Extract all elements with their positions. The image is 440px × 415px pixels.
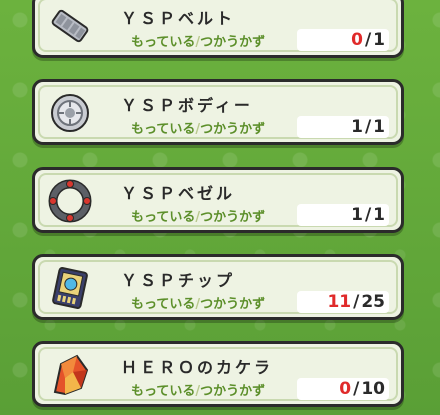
- own-need-label: もっている/つかうかず: [131, 297, 266, 312]
- needed-count: 1: [373, 30, 385, 50]
- needed-count: 10: [361, 379, 385, 399]
- material-name: ＹＳＰベゼル: [121, 184, 236, 203]
- material-row-ysp-chip[interactable]: ＹＳＰチップ もっている/つかうかず 11/25: [32, 254, 404, 320]
- belt-icon: [47, 3, 93, 49]
- material-row-ysp-belt[interactable]: ＹＳＰベルト もっている/つかうかず 0/1: [32, 0, 404, 58]
- owned-count: 0: [351, 30, 363, 50]
- owned-count: 1: [351, 117, 363, 137]
- material-name: ＹＳＰベルト: [121, 9, 236, 28]
- material-name: ＹＳＰボディー: [121, 96, 253, 115]
- material-count: 0/10: [297, 378, 389, 400]
- hero-fragment-icon: [47, 352, 93, 398]
- body-disc-icon: [47, 90, 93, 136]
- owned-count: 0: [339, 379, 352, 399]
- bezel-ring-icon: [47, 178, 93, 224]
- chip-card-icon: [47, 265, 93, 311]
- own-need-label: もっている/つかうかず: [131, 35, 266, 50]
- own-need-label: もっている/つかうかず: [131, 122, 266, 137]
- own-need-label: もっている/つかうかず: [131, 384, 266, 399]
- material-count: 1/1: [297, 116, 389, 138]
- materials-list: ＹＳＰベルト もっている/つかうかず 0/1 ＹＳＰボディー もっている/つかう…: [0, 0, 440, 415]
- material-row-ysp-bezel[interactable]: ＹＳＰベゼル もっている/つかうかず 1/1: [32, 167, 404, 233]
- needed-count: 25: [361, 292, 385, 312]
- material-row-hero-fragment[interactable]: ＨＥＲＯのカケラ もっている/つかうかず 0/10: [32, 341, 404, 407]
- material-count: 0/1: [297, 29, 389, 51]
- material-count: 11/25: [297, 291, 389, 313]
- owned-count: 1: [351, 205, 363, 225]
- owned-count: 11: [327, 292, 352, 312]
- needed-count: 1: [373, 205, 385, 225]
- material-count: 1/1: [297, 204, 389, 226]
- needed-count: 1: [373, 117, 385, 137]
- own-need-label: もっている/つかうかず: [131, 210, 266, 225]
- material-name: ＹＳＰチップ: [121, 271, 236, 290]
- material-name: ＨＥＲＯのカケラ: [121, 358, 274, 377]
- material-row-ysp-body[interactable]: ＹＳＰボディー もっている/つかうかず 1/1: [32, 79, 404, 145]
